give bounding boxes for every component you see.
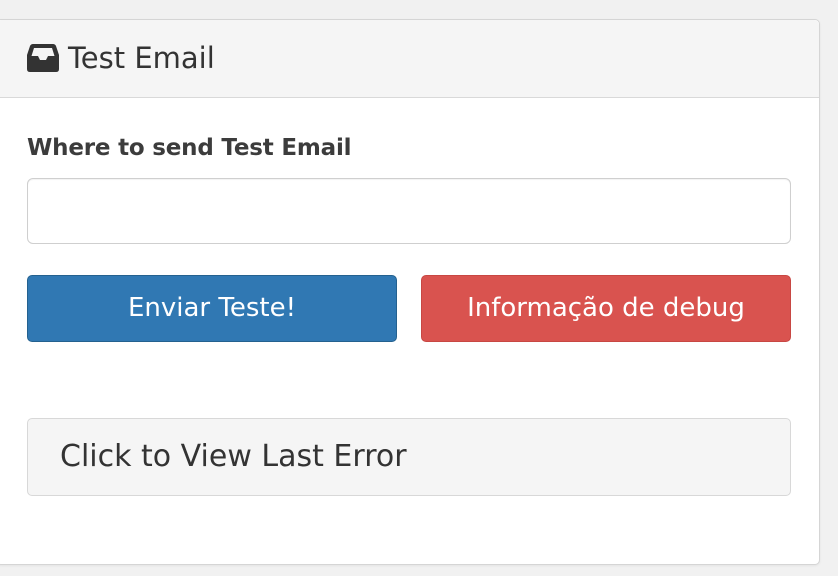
email-field[interactable]: [27, 178, 791, 244]
panel-heading: Test Email: [0, 20, 819, 98]
view-last-error-button[interactable]: Click to View Last Error: [27, 418, 791, 496]
test-email-panel: Test Email Where to send Test Email Envi…: [0, 19, 820, 565]
email-field-label: Where to send Test Email: [27, 135, 352, 161]
panel-title: Test Email: [68, 41, 215, 75]
debug-info-button[interactable]: Informação de debug: [421, 275, 791, 342]
view-last-error-label: Click to View Last Error: [60, 439, 407, 474]
inbox-icon: [26, 43, 60, 73]
send-test-button[interactable]: Enviar Teste!: [27, 275, 397, 342]
